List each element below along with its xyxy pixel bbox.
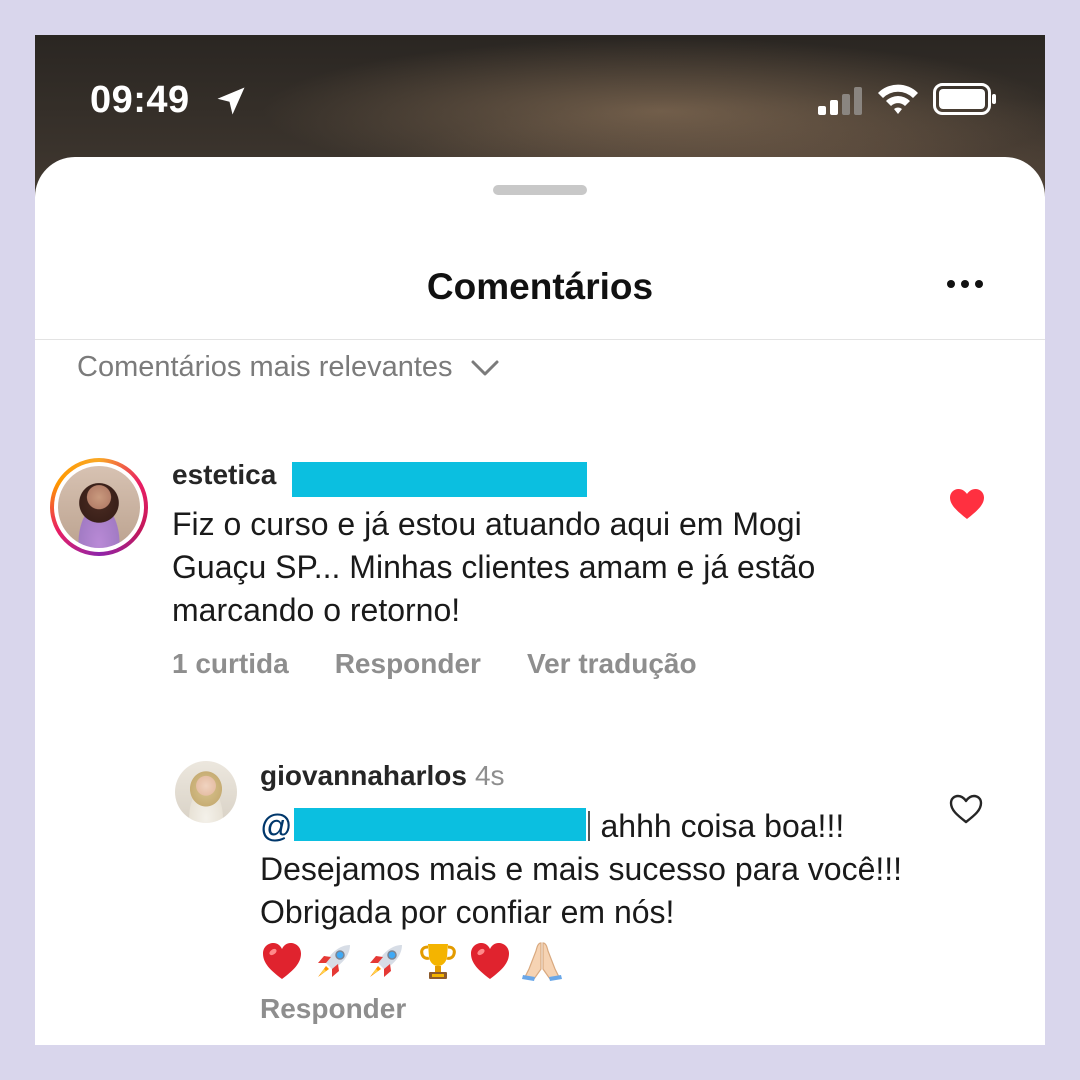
- heart-emoji: [471, 943, 509, 979]
- rocket-emoji: [370, 945, 402, 977]
- folded-hands-emoji: [522, 942, 562, 981]
- reply-header: giovannaharlos 4s: [260, 760, 505, 792]
- commenter-avatar[interactable]: [50, 458, 148, 556]
- more-horizontal-icon: [961, 280, 969, 288]
- more-horizontal-icon: [975, 280, 983, 288]
- wifi-icon: [878, 84, 918, 114]
- phone-screen: 09:49 Comentários Comentários mais relev…: [35, 35, 1045, 1045]
- translate-link[interactable]: Ver tradução: [527, 648, 697, 680]
- comment-username[interactable]: estetica: [172, 459, 276, 491]
- trophy-emoji: [420, 944, 456, 979]
- reply-reply-link[interactable]: Responder: [260, 993, 406, 1025]
- redaction-bar: [292, 462, 587, 497]
- rocket-emoji: [318, 945, 350, 977]
- header-divider: [35, 339, 1045, 340]
- heart-emoji: [263, 943, 301, 979]
- more-horizontal-icon: [947, 280, 955, 288]
- sort-selector[interactable]: Comentários mais relevantes: [77, 351, 501, 384]
- emoji-row: [260, 938, 910, 984]
- comment-text: Fiz o curso e já estou atuando aqui em M…: [172, 506, 816, 628]
- reply-username[interactable]: giovannaharlos: [260, 760, 467, 791]
- heart-outline-icon[interactable]: [949, 794, 983, 824]
- reply-link[interactable]: Responder: [335, 648, 481, 680]
- redaction-bar: [294, 808, 587, 841]
- heart-filled-icon[interactable]: [949, 488, 985, 520]
- sheet-grabber[interactable]: [493, 185, 587, 195]
- avatar-photo: [58, 466, 140, 548]
- reply-body: @ ahhh coisa boa!!! Desejamos mais e mais…: [260, 805, 910, 984]
- likes-count[interactable]: 1 curtida: [172, 648, 289, 680]
- sort-label: Comentários mais relevantes: [77, 351, 453, 383]
- sheet-title: Comentários: [426, 266, 654, 307]
- reply-timestamp: 4s: [474, 760, 505, 791]
- location-arrow-icon: [217, 87, 245, 115]
- mention-prefix[interactable]: @: [260, 808, 292, 844]
- cellular-signal-icon: [818, 87, 862, 115]
- more-options-button[interactable]: [947, 275, 997, 305]
- chevron-down-icon: [471, 360, 499, 375]
- reply-avatar[interactable]: [175, 761, 237, 823]
- status-time: 09:49: [90, 79, 190, 121]
- comment-actions: 1 curtida Responder Ver tradução: [172, 648, 697, 680]
- battery-icon: [933, 83, 996, 115]
